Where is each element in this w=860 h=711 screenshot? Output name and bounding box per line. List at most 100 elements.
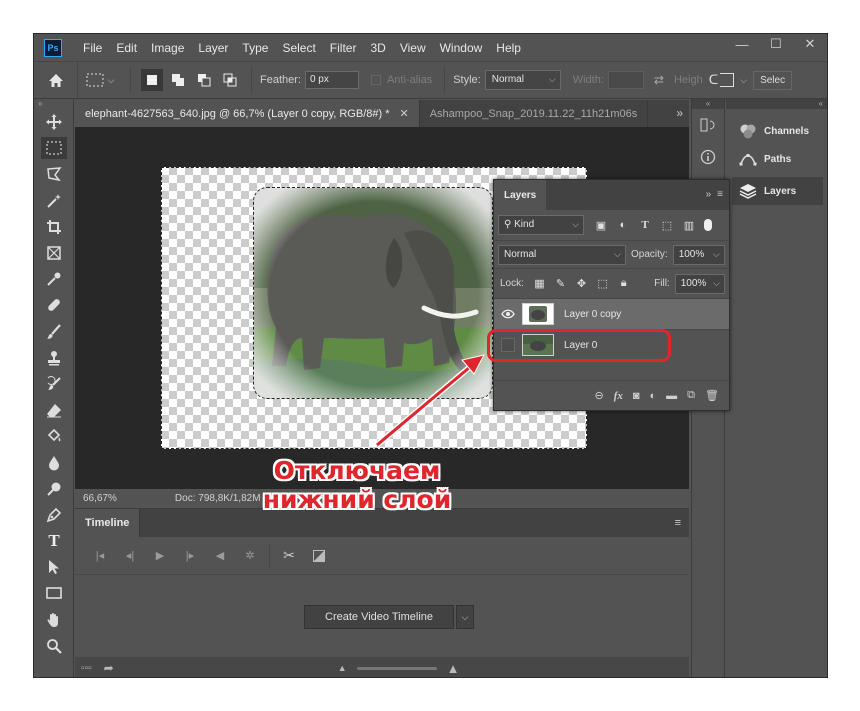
visibility-toggle[interactable] — [494, 299, 522, 330]
healing-brush-tool[interactable] — [34, 292, 74, 318]
lock-all-icon[interactable]: 🔒︎ — [613, 277, 634, 290]
frame-animation-icon[interactable]: ▫▫▫ — [81, 663, 92, 674]
lock-transparent-icon[interactable]: ▦ — [529, 277, 550, 290]
convert-arrow-icon[interactable]: ➦ — [104, 661, 114, 675]
timeline-zoom-slider[interactable] — [356, 666, 437, 670]
next-frame-icon[interactable]: |▸ — [175, 545, 205, 567]
eraser-tool[interactable] — [34, 397, 74, 423]
panel-menu-icon[interactable]: ≡ — [717, 189, 723, 200]
settings-gear-icon[interactable]: ✲ — [235, 545, 265, 567]
minimize-button[interactable]: — — [725, 34, 759, 54]
zoom-out-mountain-icon[interactable]: ▲ — [338, 663, 347, 673]
tab-layers[interactable]: Layers — [494, 180, 547, 210]
lock-position-icon[interactable]: ✥ — [571, 277, 592, 290]
dock-layers[interactable]: Layers — [732, 177, 823, 205]
transition-icon[interactable] — [304, 545, 334, 567]
layer-row[interactable]: Layer 0 copy — [494, 298, 729, 329]
path-selection-tool[interactable] — [34, 554, 74, 580]
panel-menu-icon[interactable]: ≡ — [675, 517, 681, 529]
feather-input[interactable]: 0 px — [304, 71, 359, 89]
collapse-icon[interactable]: « — [692, 99, 724, 109]
lock-artboard-icon[interactable]: ⬚ — [592, 277, 613, 290]
add-mask-icon[interactable]: ◙ — [633, 390, 640, 402]
menu-select[interactable]: Select — [275, 41, 322, 55]
history-button[interactable] — [692, 109, 724, 141]
filter-kind-select[interactable]: ⚲ Kind ⌵ — [498, 215, 584, 235]
select-and-mask-button[interactable]: Selec — [753, 70, 793, 90]
clone-stamp-tool[interactable] — [34, 345, 74, 371]
menu-window[interactable]: Window — [433, 41, 490, 55]
close-button[interactable]: ✕ — [793, 34, 827, 54]
expand-toolbar-icon[interactable]: » — [34, 99, 73, 109]
tab-timeline[interactable]: Timeline — [75, 509, 141, 537]
timeline-type-dropdown[interactable]: ⌵ — [456, 605, 475, 629]
adjustment-layer-icon[interactable]: ◐ — [650, 390, 657, 402]
tab-elephant[interactable]: elephant-4627563_640.jpg @ 66,7% (Layer … — [75, 100, 420, 127]
swap-dimensions-icon[interactable]: ⇄ — [654, 73, 664, 87]
dock-channels[interactable]: Channels — [726, 117, 827, 145]
select-mask-icon[interactable]: ᑕ — [709, 72, 719, 88]
zoom-level[interactable]: 66,67% — [83, 493, 117, 504]
previous-frame-icon[interactable]: ◂| — [115, 545, 145, 567]
filter-smart-object-icon[interactable]: ▥ — [678, 219, 700, 232]
eyedropper-tool[interactable] — [34, 266, 74, 292]
play-icon[interactable]: ▶ — [145, 545, 175, 567]
filter-toggle[interactable] — [704, 219, 712, 231]
history-brush-tool[interactable] — [34, 371, 74, 397]
scissors-icon[interactable]: ✂ — [274, 545, 304, 567]
new-group-icon[interactable]: ▬ — [666, 390, 677, 402]
layer-name[interactable]: Layer 0 copy — [564, 309, 621, 320]
collapse-panel-icon[interactable]: » — [706, 189, 712, 200]
home-button[interactable] — [34, 62, 78, 98]
filter-shape-icon[interactable]: ⬚ — [656, 219, 678, 232]
lock-image-brush-icon[interactable]: ✎ — [550, 277, 571, 290]
blend-mode-select[interactable]: Normal ⌵ — [498, 244, 626, 265]
collapse-icon[interactable]: « — [726, 99, 827, 109]
menu-layer[interactable]: Layer — [191, 41, 235, 55]
zoom-tool[interactable] — [34, 633, 74, 659]
lasso-tool[interactable] — [34, 161, 74, 187]
filter-pixel-icon[interactable]: ▣ — [590, 219, 612, 232]
audio-icon[interactable]: ◀ — [205, 545, 235, 567]
info-button[interactable] — [692, 141, 724, 173]
rectangle-tool[interactable] — [34, 580, 74, 606]
paint-bucket-tool[interactable] — [34, 423, 74, 449]
add-selection-button[interactable] — [167, 69, 189, 91]
move-tool[interactable] — [34, 109, 74, 135]
intersect-selection-button[interactable] — [219, 69, 241, 91]
brush-tool[interactable] — [34, 319, 74, 345]
menu-help[interactable]: Help — [489, 41, 528, 55]
menu-3d[interactable]: 3D — [363, 41, 392, 55]
menu-image[interactable]: Image — [144, 41, 191, 55]
opacity-input[interactable]: 100% ⌵ — [672, 244, 725, 265]
fill-input[interactable]: 100% ⌵ — [674, 273, 725, 294]
dodge-tool[interactable] — [34, 476, 74, 502]
marquee-tool[interactable] — [34, 135, 74, 161]
pen-tool[interactable] — [34, 502, 74, 528]
zoom-in-mountain-icon[interactable]: ▲ — [447, 661, 460, 676]
new-selection-button[interactable] — [141, 69, 163, 91]
antialias-checkbox[interactable] — [370, 75, 381, 85]
type-tool[interactable]: T — [34, 528, 74, 554]
blur-tool[interactable] — [34, 449, 74, 475]
menu-view[interactable]: View — [393, 41, 433, 55]
menu-filter[interactable]: Filter — [323, 41, 364, 55]
width-input[interactable] — [607, 71, 644, 89]
hand-tool[interactable] — [34, 607, 74, 633]
magic-wand-tool[interactable] — [34, 188, 74, 214]
first-frame-icon[interactable]: |◂ — [85, 545, 115, 567]
trash-icon[interactable]: 🗑︎ — [705, 389, 719, 402]
subtract-selection-button[interactable] — [193, 69, 215, 91]
fx-icon[interactable]: fx — [614, 390, 623, 402]
menu-edit[interactable]: Edit — [109, 41, 144, 55]
dock-paths[interactable]: Paths — [726, 145, 827, 173]
crop-tool[interactable] — [34, 214, 74, 240]
filter-type-icon[interactable]: T — [634, 219, 656, 231]
menu-file[interactable]: File — [76, 41, 109, 55]
more-tabs-icon[interactable]: » — [676, 106, 683, 120]
new-layer-icon[interactable]: ⧉ — [687, 389, 695, 402]
close-tab-icon[interactable]: ✕ — [400, 107, 409, 120]
link-layers-icon[interactable]: ⊖ — [594, 389, 603, 402]
style-select[interactable]: Normal ⌵ — [484, 70, 561, 90]
maximize-button[interactable]: ☐ — [759, 34, 793, 54]
